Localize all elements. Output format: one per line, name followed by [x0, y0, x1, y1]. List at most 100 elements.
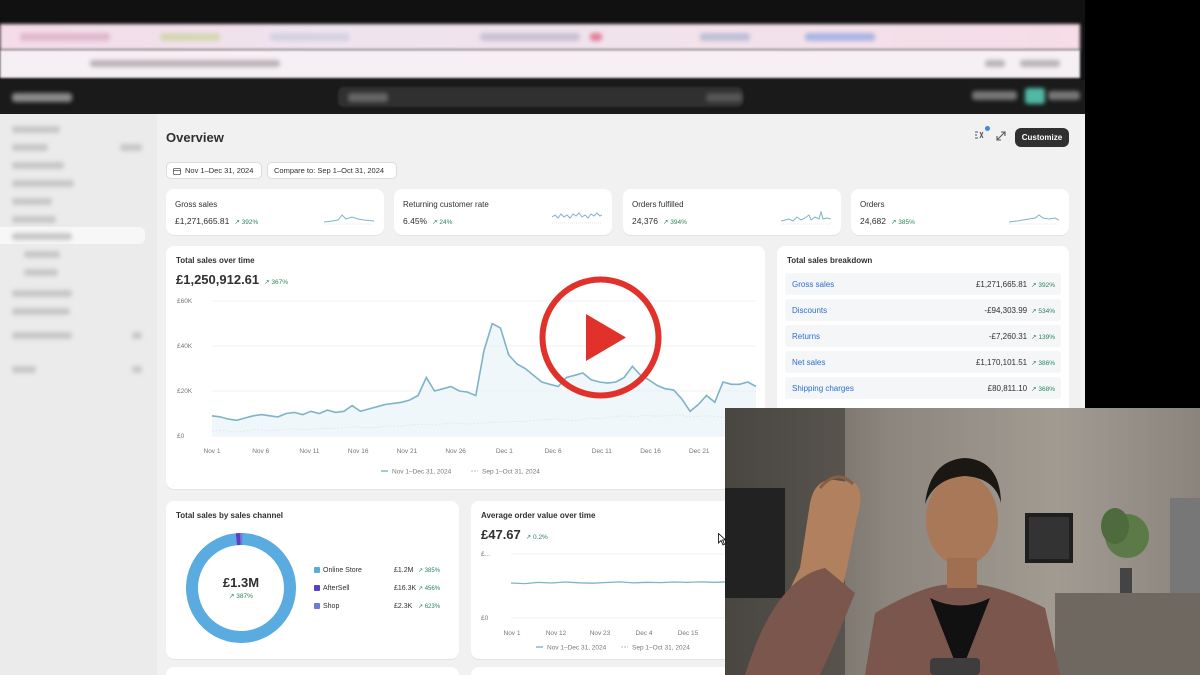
- sparkline: [781, 210, 831, 225]
- search-shortcut: [706, 93, 742, 102]
- sparkline: [552, 212, 602, 224]
- sidebar-item[interactable]: [12, 366, 36, 373]
- y-tick-label: £0: [177, 433, 185, 440]
- x-tick-label: Nov 23: [590, 630, 611, 637]
- sparkline: [324, 214, 374, 225]
- sidebar-section: [12, 332, 72, 339]
- breakdown-row-discounts[interactable]: Discounts -£94,303.99 ↗ 534%: [785, 299, 1061, 321]
- account-name: [1048, 91, 1080, 100]
- blurred-icon: [985, 60, 1005, 67]
- breakdown-row-net-sales[interactable]: Net sales £1,170,101.51 ↗ 386%: [785, 351, 1061, 373]
- channel-legend-aftersell[interactable]: AfterSell £16.3K ↗ 456%: [314, 585, 444, 592]
- notification-dot: [985, 126, 990, 131]
- metric-value: £1,271,665.81 ↗ 392%: [175, 216, 259, 226]
- screen-border: [1085, 0, 1200, 410]
- compare-to-picker[interactable]: Compare to: Sep 1–Oct 31, 2024: [267, 162, 397, 179]
- breakdown-label[interactable]: Returns: [792, 332, 820, 341]
- sidebar-item-label: [12, 233, 72, 240]
- blurred-url: [90, 60, 280, 67]
- blurred-tab: [20, 33, 110, 41]
- sidebar-item[interactable]: [12, 162, 64, 169]
- y-tick-label: £20K: [177, 388, 193, 395]
- breakdown-row-gross-sales[interactable]: Gross sales £1,271,665.81 ↗ 392%: [785, 273, 1061, 295]
- metric-label: Orders fulfilled: [632, 200, 684, 209]
- blurred-tab: [270, 33, 350, 41]
- breakdown-value: £80,811.10 ↗ 368%: [987, 384, 1055, 393]
- channel-legend-shop[interactable]: Shop £2.3K ↗ 623%: [314, 603, 444, 610]
- card-title: Average order value over time: [481, 511, 596, 520]
- sidebar-item[interactable]: [12, 290, 72, 297]
- legend-label: Nov 1–Dec 31, 2024: [392, 469, 452, 476]
- store-logo: [12, 93, 72, 102]
- sparkline: [1009, 214, 1059, 225]
- customize-button[interactable]: Customize: [1015, 128, 1069, 147]
- calendar-icon: [173, 167, 181, 175]
- metric-card-returning-customer-rate[interactable]: Returning customer rate 6.45% ↗ 24%: [394, 189, 612, 235]
- breakdown-row-returns[interactable]: Returns -£7,260.31 ↗ 139%: [785, 325, 1061, 347]
- metric-card-orders[interactable]: Orders 24,682 ↗ 385%: [851, 189, 1069, 235]
- ai-insights-icon[interactable]: [970, 129, 988, 147]
- chevron-right-icon[interactable]: [132, 332, 142, 339]
- expand-icon[interactable]: [992, 129, 1010, 147]
- play-icon: [586, 314, 626, 361]
- webcam-overlay: [725, 408, 1200, 675]
- channel-name: Shop: [323, 603, 340, 610]
- breakdown-label[interactable]: Shipping charges: [792, 384, 854, 393]
- blurred-tab: [805, 33, 875, 41]
- x-tick-label: Nov 1: [504, 630, 521, 637]
- y-tick-label: £40K: [177, 343, 193, 350]
- sidebar-item[interactable]: [12, 180, 74, 187]
- sidebar-item[interactable]: [12, 308, 70, 315]
- admin-top-bar: [0, 80, 1085, 114]
- x-tick-label: Nov 1: [204, 448, 221, 455]
- blurred-tab: [480, 33, 580, 41]
- video-play-button[interactable]: [537, 274, 664, 401]
- series-area: [212, 323, 756, 436]
- x-tick-label: Nov 26: [445, 448, 466, 455]
- x-tick-label: Dec 11: [592, 448, 612, 455]
- donut-center-value: £1.3M: [222, 575, 260, 590]
- channel-legend-online-store[interactable]: Online Store £1.2M ↗ 385%: [314, 567, 444, 574]
- breakdown-value: £1,271,665.81 ↗ 392%: [975, 280, 1055, 289]
- store-switcher[interactable]: [972, 91, 1017, 100]
- legend-swatch: [314, 567, 320, 573]
- breakdown-label[interactable]: Gross sales: [792, 280, 834, 289]
- compare-to-label: Compare to: Sep 1–Oct 31, 2024: [274, 166, 385, 175]
- total-sales-value: £1,250,912.61 ↗ 367%: [176, 272, 289, 287]
- sidebar-item[interactable]: [12, 126, 60, 133]
- avatar[interactable]: [1025, 88, 1045, 104]
- legend-label: Sep 1–Oct 31, 2024: [632, 645, 690, 652]
- sidebar-subitem[interactable]: [24, 251, 60, 258]
- breakdown-value: -£94,303.99 ↗ 534%: [984, 306, 1055, 315]
- legend-label: Sep 1–Oct 31, 2024: [482, 469, 540, 476]
- channel-value: £16.3K: [394, 585, 417, 592]
- sidebar-subitem[interactable]: [24, 269, 58, 276]
- metric-card-orders-fulfilled[interactable]: Orders fulfilled 24,376 ↗ 394%: [623, 189, 841, 235]
- date-range-label: Nov 1–Dec 31, 2024: [185, 166, 254, 175]
- y-tick-label: £...: [481, 551, 490, 558]
- x-tick-label: Dec 15: [678, 630, 699, 637]
- metric-label: Orders: [860, 200, 885, 209]
- sidebar-item[interactable]: [12, 198, 52, 205]
- mouse-cursor-icon: [718, 533, 726, 546]
- card-title: Total sales breakdown: [787, 256, 873, 265]
- sidebar-item[interactable]: [12, 144, 48, 151]
- x-tick-label: Dec 1: [496, 448, 513, 455]
- search-bar[interactable]: [338, 87, 743, 107]
- breakdown-row-shipping-charges[interactable]: Shipping charges £80,811.10 ↗ 368%: [785, 377, 1061, 399]
- sidebar-item[interactable]: [12, 216, 56, 223]
- total-sales-breakdown-card: Total sales breakdown Gross sales £1,271…: [777, 246, 1069, 416]
- breakdown-value: £1,170,101.51 ↗ 386%: [975, 358, 1055, 367]
- date-range-picker[interactable]: Nov 1–Dec 31, 2024: [166, 162, 262, 179]
- y-tick-label: £60K: [177, 298, 193, 305]
- metric-card-gross-sales[interactable]: Gross sales £1,271,665.81 ↗ 392%: [166, 189, 384, 235]
- total-sales-line-chart[interactable]: £60K £40K £20K £0 Nov 1 Nov 6 Nov 11 Nov 16 Nov …: [166, 291, 765, 481]
- breakdown-value: -£7,260.31 ↗ 139%: [988, 332, 1055, 341]
- page-title: Overview: [166, 130, 224, 145]
- chevron-right-icon[interactable]: [132, 366, 142, 373]
- aov-value: £47.67 ↗ 0.2%: [481, 527, 548, 542]
- breakdown-label[interactable]: Discounts: [792, 306, 827, 315]
- total-sales-over-time-card: Total sales over time £1,250,912.61 ↗ 367…: [166, 246, 765, 489]
- breakdown-label[interactable]: Net sales: [792, 358, 825, 367]
- sidebar: [0, 114, 157, 675]
